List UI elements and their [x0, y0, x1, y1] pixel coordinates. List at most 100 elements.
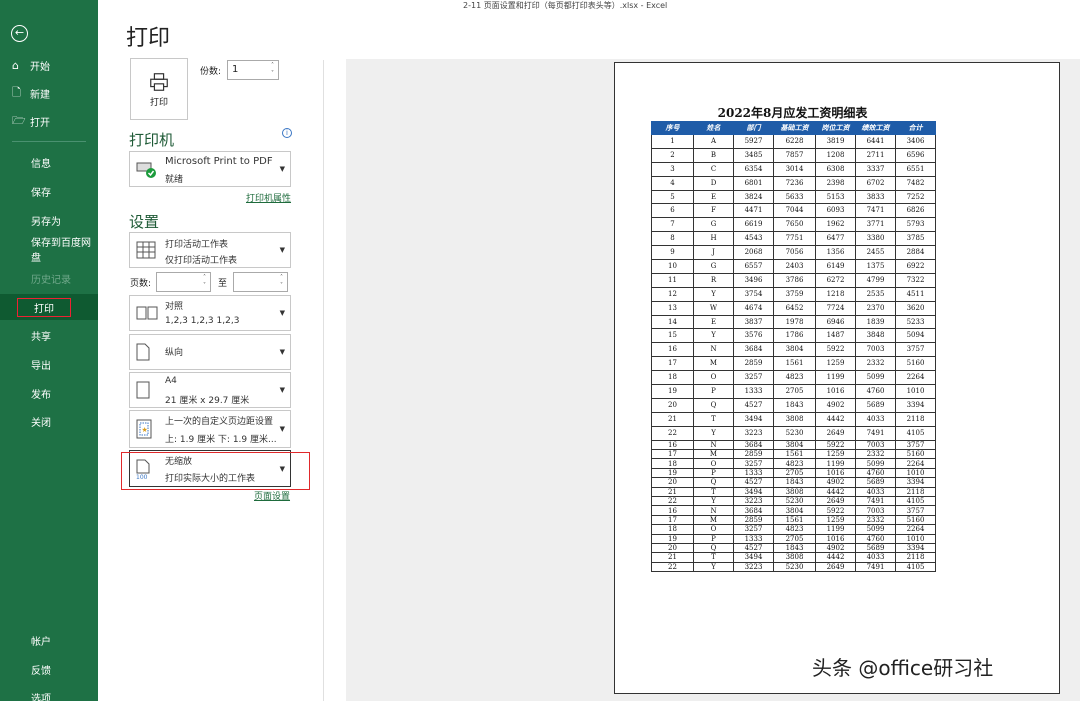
nav-export[interactable]: 导出	[0, 351, 98, 377]
paper-size-dropdown[interactable]: A4 21 厘米 x 29.7 厘米 ▼	[129, 372, 291, 408]
nav-account[interactable]: 帐户	[0, 627, 98, 653]
printer-ready-icon	[136, 162, 156, 178]
nav-info[interactable]: 信息	[0, 149, 98, 175]
table-cell: 1333	[733, 467, 774, 479]
table-cell: 3394	[895, 477, 936, 488]
table-cell: 3485	[733, 147, 774, 163]
nav-home[interactable]: ⌂ 开始	[0, 52, 98, 78]
printer-heading: 打印机	[129, 131, 175, 149]
nav-label: 帐户	[31, 636, 51, 648]
collate-dropdown[interactable]: 对照 1,2,3 1,2,3 1,2,3 ▼	[129, 295, 291, 331]
table-cell: 7751	[773, 231, 816, 247]
table-cell: 1010	[895, 533, 936, 544]
nav-label: 保存到百度网盘	[31, 238, 91, 264]
chevron-down-icon: ▼	[279, 348, 285, 356]
printer-dropdown[interactable]: Microsoft Print to PDF 就绪 ▼	[129, 151, 291, 187]
pages-to-input[interactable]: ˄ ˅	[233, 272, 288, 292]
nav-share[interactable]: 共享	[0, 322, 98, 348]
pages-from-spinner[interactable]: ˄ ˅	[200, 274, 209, 290]
nav-options[interactable]: 选项	[0, 684, 98, 701]
table-cell: 14	[651, 314, 694, 330]
nav-save-baidu[interactable]: 保存到百度网盘	[0, 236, 98, 264]
orientation-dropdown[interactable]: 纵向 ▼	[129, 334, 291, 370]
pages-to-spinner[interactable]: ˄ ˅	[277, 274, 286, 290]
table-cell: 5160	[895, 514, 936, 526]
table-cell: 21	[651, 486, 694, 497]
nav-publish[interactable]: 发布	[0, 380, 98, 406]
nav-feedback[interactable]: 反馈	[0, 656, 98, 682]
column-header: 姓名	[693, 121, 734, 135]
table-cell: 1	[651, 134, 694, 149]
printer-properties-link[interactable]: 打印机属性	[246, 191, 291, 204]
table-cell: 3223	[733, 425, 774, 441]
table-cell: 20	[651, 397, 694, 413]
nav-save-as[interactable]: 另存为	[0, 207, 98, 233]
nav-label: 关闭	[31, 417, 51, 429]
copies-spinner[interactable]: ˄ ˅	[268, 62, 277, 78]
table-cell: 2859	[733, 448, 774, 460]
table-row: 4 D 6801 7236 2398 6702 7482	[651, 175, 936, 191]
table-cell: 3257	[733, 524, 774, 535]
table-cell: 7491	[855, 561, 896, 573]
table-cell: 4511	[895, 286, 936, 302]
pages-label: 页数:	[130, 279, 152, 289]
table-cell: 1843	[773, 477, 816, 488]
table-cell: D	[693, 175, 734, 191]
table-cell: 5099	[855, 370, 896, 386]
table-cell: 15	[651, 328, 694, 344]
table-cell: H	[693, 231, 734, 247]
table-row: 13 W 4674 6452 7724 2370 3620	[651, 300, 936, 316]
table-cell: 4823	[773, 524, 816, 535]
excel-backstage-print: ← ⌂ 开始 🗋 新建 🗁 打开 信息 保存 另存为 保存到百度网盘 历史记录 打印 …	[0, 0, 1080, 701]
pages-from-input[interactable]: ˄ ˅	[156, 272, 211, 292]
table-cell: A	[693, 134, 734, 149]
table-cell: 1016	[815, 384, 856, 399]
table-cell: 6093	[815, 203, 856, 219]
table-cell: 2705	[773, 384, 816, 399]
nav-label: 共享	[31, 331, 51, 343]
table-cell: 4760	[855, 533, 896, 544]
table-cell: 1016	[815, 533, 856, 544]
nav-close[interactable]: 关闭	[0, 408, 98, 434]
table-cell: T	[693, 552, 734, 563]
nav-label: 导出	[31, 360, 51, 372]
table-cell: 4799	[855, 272, 896, 288]
table-cell: 4471	[733, 203, 774, 219]
print-scope-dropdown[interactable]: 打印活动工作表 仅打印活动工作表 ▼	[129, 232, 291, 268]
table-cell: 4760	[855, 384, 896, 399]
nav-open[interactable]: 🗁 打开	[0, 108, 98, 134]
orientation-value: 纵向	[165, 348, 184, 358]
print-button-label: 打印	[149, 97, 168, 108]
table-row: 17 M 2859 1561 1259 2332 5160	[651, 356, 936, 372]
chevron-down-icon: ▼	[279, 165, 285, 173]
table-cell: 2264	[895, 458, 936, 469]
copies-input[interactable]: 1 ˄ ˅	[227, 60, 279, 80]
print-button[interactable]: 打印	[130, 58, 188, 120]
column-header: 岗位工资	[815, 121, 856, 135]
nav-label: 开始	[30, 61, 50, 73]
table-cell: 7650	[773, 217, 816, 233]
table-cell: 3257	[733, 458, 774, 469]
table-cell: P	[693, 384, 734, 399]
table-cell: 20	[651, 542, 694, 554]
table-cell: 4760	[855, 467, 896, 479]
back-arrow-icon[interactable]: ←	[11, 25, 28, 42]
margins-dropdown[interactable]: ★ 上一次的自定义页边距设置 上: 1.9 厘米 下: 1.9 厘米... ▼	[129, 410, 291, 448]
page-setup-link[interactable]: 页面设置	[254, 489, 290, 502]
nav-new[interactable]: 🗋 新建	[0, 80, 98, 106]
nav-save[interactable]: 保存	[0, 178, 98, 204]
nav-print[interactable]: 打印	[0, 294, 98, 320]
table-cell: 2332	[855, 514, 896, 526]
copies-value: 1	[232, 64, 239, 75]
table-cell: Q	[693, 542, 734, 554]
table-cell: Y	[693, 495, 734, 507]
info-icon[interactable]: i	[282, 128, 292, 138]
table-cell: 5230	[773, 425, 816, 441]
table-cell: 7003	[855, 505, 896, 516]
panel-divider	[323, 60, 324, 701]
table-cell: J	[693, 245, 734, 261]
margins-line2: 上: 1.9 厘米 下: 1.9 厘米...	[165, 435, 277, 445]
table-cell: 2	[651, 147, 694, 163]
table-cell: 20	[651, 477, 694, 488]
table-cell: 1356	[815, 245, 856, 261]
